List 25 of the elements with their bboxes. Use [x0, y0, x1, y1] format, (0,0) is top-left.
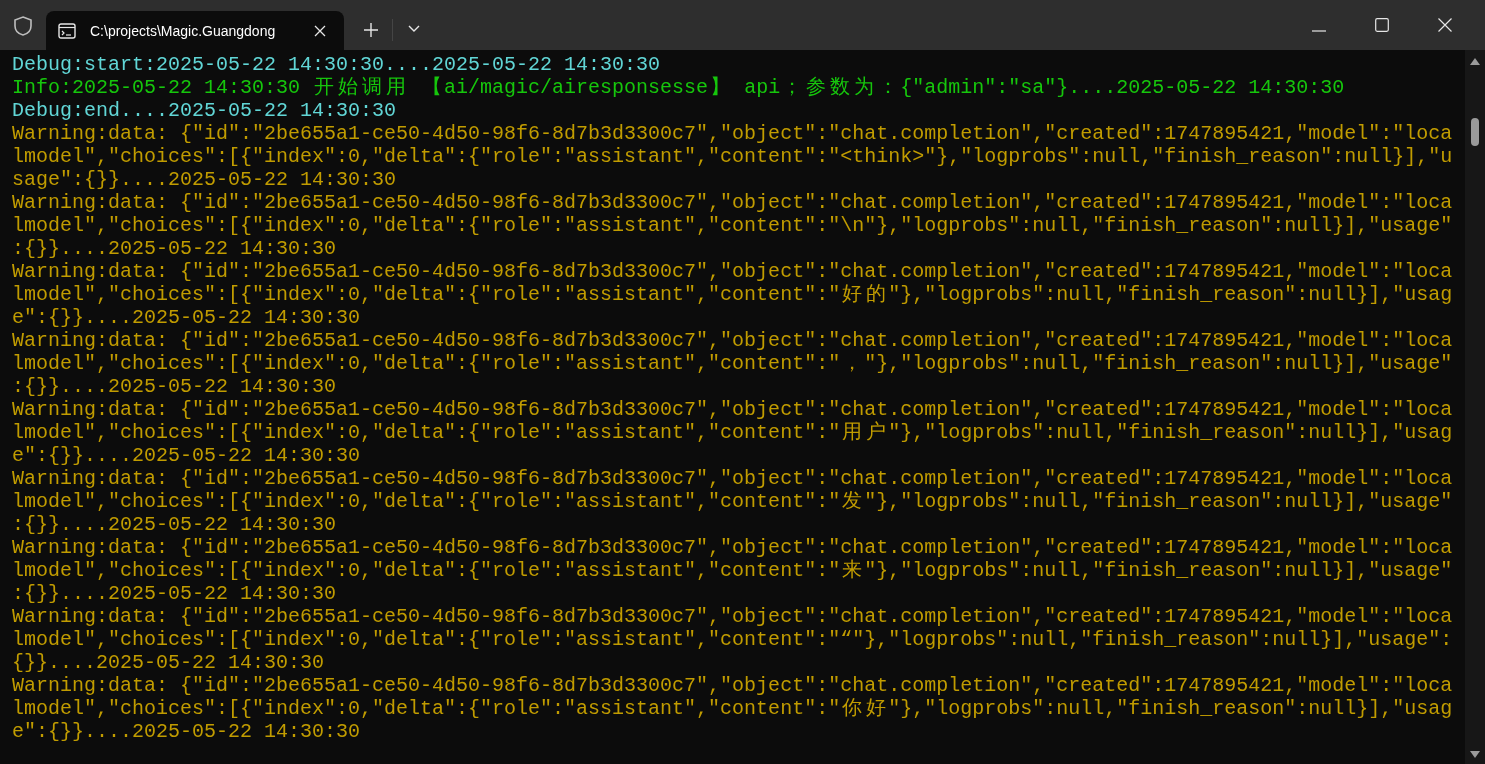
scroll-down-icon[interactable] — [1470, 751, 1480, 758]
scrollbar[interactable] — [1465, 50, 1485, 764]
close-tab-icon[interactable] — [314, 24, 326, 37]
log-entry: Warning:data: {"id":"2be655a1-ce50-4d50-98f6-8d7b3d3300c7","object":"chat.completion","created":1747895421,"model":"localmodel","choices":[{"index":0,"delta":{"role":"assistant","content":"，"},"logprobs":null,"finish_reason":null}],"usage":{}}....2025-05-22 14:30:30 — [12, 329, 1454, 398]
log-entry: Debug:start:2025-05-22 14:30:30....2025-05-22 14:30:30 — [12, 53, 662, 76]
log-entry: Info:2025-05-22 14:30:30 开始调用 【ai/magic/airesponsesse】 api；参数为：{"admin":"sa"}....2025-05-22 14:30:30 — [12, 76, 1346, 99]
log-entry: Warning:data: {"id":"2be655a1-ce50-4d50-98f6-8d7b3d3300c7","object":"chat.completion","created":1747895421,"model":"localmodel","choices":[{"index":0,"delta":{"role":"assistant","content":"你好"},"logprobs":null,"finish_reason":null}],"usage":{}}....2025-05-22 14:30:30 — [12, 674, 1454, 743]
log-entry: Warning:data: {"id":"2be655a1-ce50-4d50-98f6-8d7b3d3300c7","object":"chat.completion","created":1747895421,"model":"localmodel","choices":[{"index":0,"delta":{"role":"assistant","content":"好的"},"logprobs":null,"finish_reason":null}],"usage":{}}....2025-05-22 14:30:30 — [12, 260, 1454, 329]
log-entry: Warning:data: {"id":"2be655a1-ce50-4d50-98f6-8d7b3d3300c7","object":"chat.completion","created":1747895421,"model":"localmodel","choices":[{"index":0,"delta":{"role":"assistant","content":"<think>"},"logprobs":null,"finish_reason":null}],"usage":{}}....2025-05-22 14:30:30 — [12, 122, 1454, 191]
log-entry: Warning:data: {"id":"2be655a1-ce50-4d50-98f6-8d7b3d3300c7","object":"chat.completion","created":1747895421,"model":"localmodel","choices":[{"index":0,"delta":{"role":"assistant","content":"发"},"logprobs":null,"finish_reason":null}],"usage":{}}....2025-05-22 14:30:30 — [12, 467, 1454, 536]
log-entry: Warning:data: {"id":"2be655a1-ce50-4d50-98f6-8d7b3d3300c7","object":"chat.completion","created":1747895421,"model":"localmodel","choices":[{"index":0,"delta":{"role":"assistant","content":"用户"},"logprobs":null,"finish_reason":null}],"usage":{}}....2025-05-22 14:30:30 — [12, 398, 1454, 467]
close-icon[interactable] — [1438, 18, 1452, 32]
terminal-icon — [58, 22, 76, 39]
log-entry: Warning:data: {"id":"2be655a1-ce50-4d50-98f6-8d7b3d3300c7","object":"chat.completion","created":1747895421,"model":"localmodel","choices":[{"index":0,"delta":{"role":"assistant","content":"“"},"logprobs":null,"finish_reason":null}],"usage":{}}....2025-05-22 14:30:30 — [12, 605, 1454, 674]
log-entry: Warning:data: {"id":"2be655a1-ce50-4d50-98f6-8d7b3d3300c7","object":"chat.completion","created":1747895421,"model":"localmodel","choices":[{"index":0,"delta":{"role":"assistant","content":"来"},"logprobs":null,"finish_reason":null}],"usage":{}}....2025-05-22 14:30:30 — [12, 536, 1454, 605]
tab-title: C:\projects\Magic.Guangdong — [90, 22, 277, 39]
shield-icon[interactable] — [14, 16, 32, 36]
new-tab-icon[interactable] — [364, 23, 378, 37]
terminal-tab[interactable]: C:\projects\Magic.Guangdong — [46, 11, 344, 50]
maximize-icon[interactable] — [1375, 18, 1389, 32]
scroll-up-icon[interactable] — [1470, 58, 1480, 65]
scroll-thumb[interactable] — [1471, 118, 1479, 146]
log-entry: Warning:data: {"id":"2be655a1-ce50-4d50-98f6-8d7b3d3300c7","object":"chat.completion","created":1747895421,"model":"localmodel","choices":[{"index":0,"delta":{"role":"assistant","content":"\n"},"logprobs":null,"finish_reason":null}],"usage":{}}....2025-05-22 14:30:30 — [12, 191, 1454, 260]
chevron-down-icon[interactable] — [408, 25, 420, 33]
log-entry: Debug:end....2025-05-22 14:30:30 — [12, 99, 398, 122]
